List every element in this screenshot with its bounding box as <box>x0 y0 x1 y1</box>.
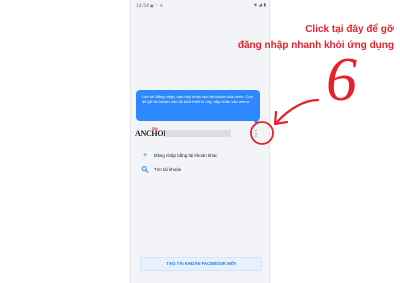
notification-icons: ▣ ♡ ✉ <box>150 3 164 8</box>
annotation-line-2: đăng nhập nhanh khỏi ứng dụng <box>237 40 394 51</box>
arrow-shaft <box>275 98 320 124</box>
more-options-icon[interactable]: ⋮ <box>249 127 263 141</box>
annotation-line-1: Click tại đây để gỡ <box>305 24 394 35</box>
status-time: 14:54 <box>136 4 149 9</box>
status-bar: 14:54 ▣ ♡ ✉ ◈ ◢ ▮ <box>131 0 271 14</box>
account-logo: ANCHOI Hỏi <box>135 126 167 138</box>
create-facebook-account-button[interactable]: TẠO TÀI KHOẢN FACEBOOK MỚI <box>140 257 262 271</box>
help-tooltip: Lần tới đăng nhập, bạn hãy nhấn vào tài … <box>136 90 260 121</box>
saved-account-row[interactable]: ANCHOI Hỏi ⋮ <box>135 126 267 141</box>
find-account-label: Tìm tài khoản <box>154 167 182 172</box>
step-number: 6 <box>326 46 357 114</box>
login-other-account-label: Đăng nhập bằng tài khoản khác <box>154 153 218 158</box>
login-other-account-item[interactable]: + Đăng nhập bằng tài khoản khác <box>141 151 251 161</box>
logo-accent: Hỏi <box>152 126 158 131</box>
tooltip-arrow <box>253 120 259 124</box>
system-icons: ◈ ◢ ▮ <box>253 3 266 8</box>
tooltip-text: Lần tới đăng nhập, bạn hãy nhấn vào tài … <box>142 94 253 105</box>
logo-text: ANCHOI <box>135 129 167 138</box>
find-account-item[interactable]: Tìm tài khoản <box>141 165 251 175</box>
plus-icon: + <box>142 152 148 159</box>
blurred-account-name <box>165 130 231 137</box>
arrow-head <box>273 110 289 126</box>
search-icon <box>141 166 149 173</box>
instruction-annotation: Click tại đây để gỡ đăng nhập nhanh khỏi… <box>188 22 394 54</box>
